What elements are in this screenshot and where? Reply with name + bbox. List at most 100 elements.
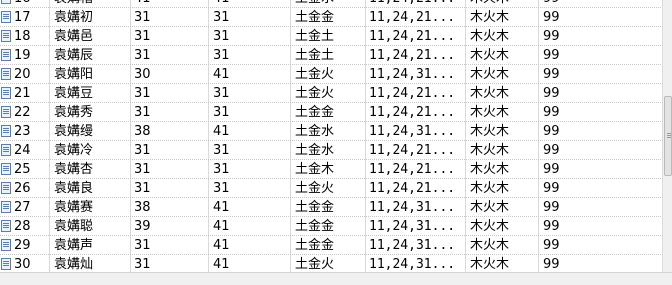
score-cell: 99 [543,124,560,139]
name-cell: 袁媾聪 [54,219,94,234]
table-row-icon [1,182,11,194]
row-id-cell: 23 [14,124,31,139]
name-cell: 袁媾杏 [54,162,94,177]
value-b-cell: 31 [213,29,230,44]
element2-cell: 木火木 [470,105,510,120]
name-cell: 袁媾辰 [54,48,94,63]
score-cell: 99 [543,86,560,101]
row-id-cell: 20 [14,67,31,82]
score-cell: 99 [543,105,560,120]
element-cell: 土金金 [295,219,335,234]
value-b-cell: 41 [213,67,230,82]
element-cell: 土金土 [295,48,335,63]
value-b-cell: 31 [213,10,230,25]
table-row[interactable]: 27 袁媾赛 38 41 土金金 11,24,31... 木火木 99 [0,198,662,217]
table-row[interactable]: 22 袁媾秀 31 31 土金金 11,24,21... 木火木 99 [0,103,662,122]
table-row[interactable]: 25 袁媾杏 31 31 土金木 11,24,21... 木火木 99 [0,160,662,179]
name-cell: 袁媾冷 [54,143,94,158]
score-cell: 99 [543,67,560,82]
name-cell: 袁媾赛 [54,200,94,215]
table-row[interactable]: 17 袁媾初 31 31 土金金 11,24,21... 木火木 99 [0,8,662,27]
element2-cell: 木火木 [470,10,510,25]
table-row[interactable]: 28 袁媾聪 39 41 土金金 11,24,31... 木火木 99 [0,217,662,236]
table-row-icon [1,220,11,232]
numbers-cell: 11,24,31... [369,238,456,253]
row-id-cell: 21 [14,86,31,101]
numbers-cell: 11,24,21... [369,105,456,120]
numbers-cell: 11,24,21... [369,162,456,177]
table-row[interactable]: 16 袁媾稽 41 41 土金水 11,24,21... 木火木 99 [0,0,662,8]
numbers-cell: 11,24,31... [369,124,456,139]
table-row-icon [1,239,11,251]
grip-icon [667,133,671,139]
name-cell: 袁媾良 [54,181,94,196]
score-cell: 99 [543,162,560,177]
table-row-icon [1,144,11,156]
element-cell: 土金火 [295,86,335,101]
value-b-cell: 31 [213,48,230,63]
table-row-icon [1,163,11,175]
table-row-icon [1,68,11,80]
scrollbar-thumb[interactable] [664,96,672,176]
value-b-cell: 31 [213,162,230,177]
table-row[interactable]: 24 袁媾冷 31 31 土金水 11,24,21... 木火木 99 [0,141,662,160]
value-a-cell: 38 [134,124,151,139]
numbers-cell: 11,24,31... [369,67,456,82]
numbers-cell: 11,24,31... [369,219,456,234]
element2-cell: 木火木 [470,181,510,196]
element2-cell: 木火木 [470,200,510,215]
element2-cell: 木火木 [470,143,510,158]
element-cell: 土金金 [295,200,335,215]
name-cell: 袁媾声 [54,238,94,253]
name-cell: 袁媾初 [54,10,94,25]
row-id-cell: 25 [14,162,31,177]
name-cell: 袁媾缦 [54,124,94,139]
name-cell: 袁媾稽 [54,0,130,8]
element-cell: 土金金 [295,105,335,120]
element-cell: 土金土 [295,29,335,44]
value-b-cell: 41 [213,200,230,215]
table-row-icon [1,201,11,213]
horizontal-scrollbar[interactable] [0,272,672,285]
table-row-icon [1,11,11,23]
table-row[interactable]: 20 袁媾阳 30 41 土金火 11,24,31... 木火木 99 [0,65,662,84]
value-a-cell: 31 [134,143,151,158]
table-row-icon [1,30,11,42]
value-a-cell: 31 [134,48,151,63]
element2-cell: 木火木 [470,29,510,44]
row-id-cell: 17 [14,10,31,25]
table-row[interactable]: 19 袁媾辰 31 31 土金土 11,24,21... 木火木 99 [0,46,662,65]
score-cell: 99 [543,48,560,63]
score-cell: 99 [543,200,560,215]
vertical-scrollbar[interactable] [662,0,672,272]
value-a-cell: 31 [134,238,151,253]
score-cell: 99 [543,238,560,253]
row-id-cell: 24 [14,143,31,158]
value-b-cell: 31 [213,105,230,120]
row-id-cell: 16 [14,0,48,8]
element-cell: 土金火 [295,181,335,196]
score-cell: 99 [543,29,560,44]
table-row[interactable]: 18 袁媾邑 31 31 土金土 11,24,21... 木火木 99 [0,27,662,46]
element2-cell: 木火木 [470,219,510,234]
element2-cell: 木火木 [470,0,534,8]
table-row[interactable]: 21 袁媾豆 31 31 土金火 11,24,21... 木火木 99 [0,84,662,103]
table-row-icon [1,125,11,137]
table-row-icon [1,258,11,270]
element2-cell: 木火木 [470,238,510,253]
data-grid: 16 袁媾稽 41 41 土金水 11,24,21... 木火木 99 17 袁媾初 31 31 土金金… [0,0,662,274]
table-row[interactable]: 23 袁媾缦 38 41 土金水 11,24,31... 木火木 99 [0,122,662,141]
element2-cell: 木火木 [470,162,510,177]
numbers-cell: 11,24,21... [369,181,456,196]
row-id-cell: 19 [14,48,31,63]
numbers-cell: 11,24,21... [369,48,456,63]
row-id-cell: 22 [14,105,31,120]
value-b-cell: 31 [213,86,230,101]
value-b-cell: 41 [213,0,289,8]
value-b-cell: 31 [213,143,230,158]
table-row[interactable]: 26 袁媾良 31 31 土金火 11,24,21... 木火木 99 [0,179,662,198]
element-cell: 土金火 [295,67,335,82]
table-row[interactable]: 29 袁媾声 31 41 土金金 11,24,31... 木火木 99 [0,236,662,255]
element2-cell: 木火木 [470,124,510,139]
element2-cell: 木火木 [470,86,510,101]
